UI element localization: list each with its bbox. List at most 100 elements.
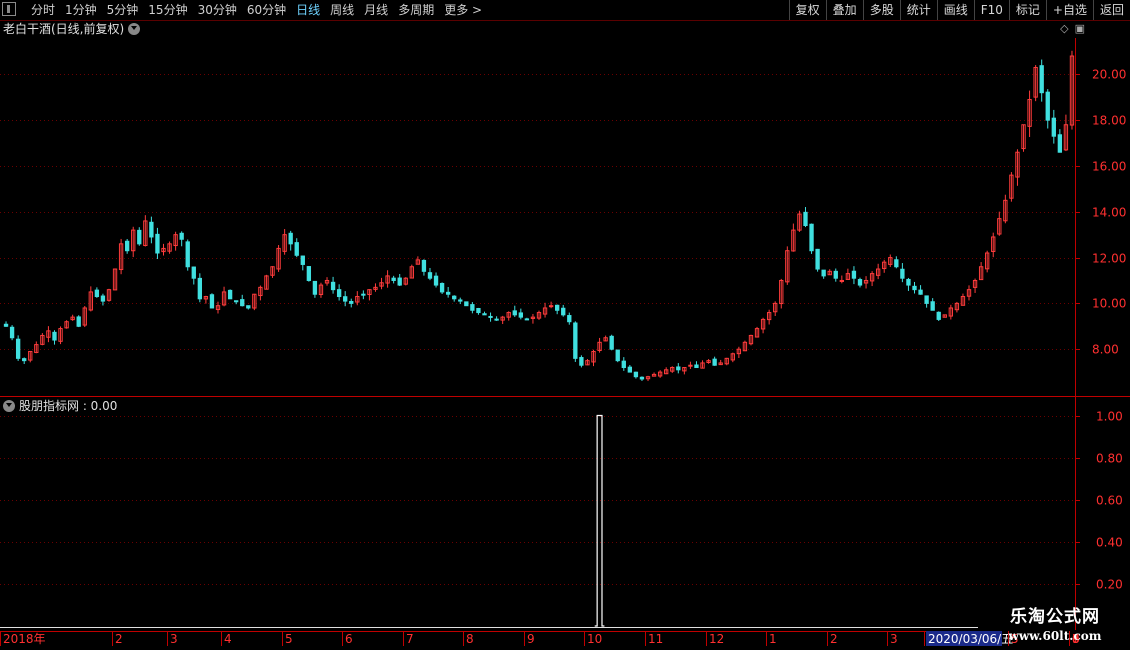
candle-body bbox=[488, 315, 493, 318]
price-tick-label: 18.00 bbox=[1092, 114, 1126, 128]
candle-body bbox=[209, 294, 215, 309]
candle-body bbox=[639, 376, 645, 380]
candle-body bbox=[179, 232, 184, 240]
candle-body bbox=[397, 277, 402, 286]
candle-body bbox=[433, 275, 439, 286]
candle-body bbox=[555, 304, 560, 311]
candle-body bbox=[22, 358, 27, 362]
time-axis-label: 9 bbox=[527, 632, 535, 646]
candle-body bbox=[197, 277, 203, 300]
candle-body bbox=[930, 301, 935, 311]
candle-body bbox=[900, 268, 905, 279]
price-tick-label: 16.00 bbox=[1092, 160, 1126, 174]
candle-body bbox=[851, 270, 857, 279]
price-tick-label: 14.00 bbox=[1092, 206, 1126, 220]
candle-body bbox=[191, 266, 196, 279]
indicator-tick-label: 0.80 bbox=[1096, 452, 1123, 466]
candle-body bbox=[694, 364, 699, 369]
candle-body bbox=[936, 311, 941, 320]
candle-body bbox=[15, 338, 21, 359]
candle-body bbox=[124, 240, 130, 252]
candle-body bbox=[821, 269, 826, 277]
candle-body bbox=[548, 305, 554, 308]
candle-body bbox=[3, 323, 9, 327]
candle-body bbox=[906, 278, 911, 286]
watermark: 乐淘公式网 www.60lt.com bbox=[985, 606, 1125, 650]
candle-body bbox=[94, 289, 100, 298]
candle-body bbox=[155, 233, 160, 254]
candle-body bbox=[452, 295, 457, 300]
candle-body bbox=[227, 289, 233, 300]
time-axis-label: 4 bbox=[224, 632, 232, 646]
candle-body bbox=[518, 312, 523, 318]
time-axis-label: 12 bbox=[709, 632, 724, 646]
time-axis-label: 2 bbox=[115, 632, 123, 646]
candle-body bbox=[336, 289, 342, 298]
candle-body bbox=[615, 349, 620, 362]
candle-body bbox=[676, 366, 681, 371]
candle-body bbox=[234, 300, 239, 303]
time-axis-label: 3 bbox=[170, 632, 178, 646]
indicator-tick-label: 0.60 bbox=[1096, 494, 1123, 508]
candle-body bbox=[361, 293, 366, 296]
candle-body bbox=[312, 280, 318, 295]
candle-body bbox=[52, 331, 57, 341]
candle-body bbox=[246, 305, 251, 309]
candle-body bbox=[524, 318, 530, 321]
chart-canvas[interactable]: 8.00 10.00 12.00 14.00 16.00 18.00 20.00 0.20 0.… bbox=[0, 0, 1130, 650]
candle-body bbox=[445, 291, 451, 295]
candle-body bbox=[894, 259, 899, 268]
candle-body bbox=[300, 255, 305, 265]
price-tick-label: 12.00 bbox=[1092, 252, 1126, 266]
candle-body bbox=[288, 232, 293, 245]
time-axis-label: 6 bbox=[345, 632, 353, 646]
candle-body bbox=[476, 307, 481, 314]
candle-body bbox=[857, 279, 863, 286]
candle-body bbox=[1057, 134, 1063, 153]
candle-body bbox=[688, 364, 693, 367]
candle-body bbox=[343, 296, 348, 302]
candle-body bbox=[918, 289, 923, 295]
candle-body bbox=[803, 211, 808, 227]
time-axis-label: 3 bbox=[890, 632, 898, 646]
candle-body bbox=[712, 358, 717, 366]
candle-body bbox=[427, 272, 433, 279]
candle-body bbox=[149, 221, 154, 238]
indicator-tick-label: 0.40 bbox=[1096, 536, 1123, 550]
time-axis-label: 5 bbox=[285, 632, 293, 646]
candle-body bbox=[839, 279, 844, 282]
candle-body bbox=[633, 371, 639, 378]
candle-body bbox=[561, 307, 566, 316]
candle-body bbox=[330, 281, 336, 291]
candle-body bbox=[439, 282, 445, 293]
candle-body bbox=[1039, 65, 1044, 94]
candle-body bbox=[482, 313, 487, 316]
watermark-url: www.60lt.com bbox=[1008, 629, 1102, 643]
time-axis-label: 2018年 bbox=[3, 632, 46, 646]
candle-body bbox=[567, 315, 572, 323]
candle-body bbox=[627, 366, 633, 373]
candle-body bbox=[579, 357, 584, 366]
candle-body bbox=[494, 318, 499, 321]
candle-body bbox=[306, 266, 312, 281]
candle-body bbox=[815, 248, 820, 270]
time-axis-label: 8 bbox=[466, 632, 474, 646]
candle-body bbox=[9, 326, 15, 339]
candle-body bbox=[912, 285, 917, 291]
candle-body bbox=[421, 259, 427, 272]
candle-body bbox=[833, 270, 838, 279]
candle-body bbox=[137, 229, 142, 245]
candle-body bbox=[349, 300, 354, 304]
price-tick-label: 10.00 bbox=[1092, 297, 1126, 311]
candle-body bbox=[464, 301, 469, 307]
candle-body bbox=[458, 299, 463, 302]
time-axis-label: 11 bbox=[648, 632, 663, 646]
time-axis-label: 10 bbox=[587, 632, 602, 646]
candle-body bbox=[1051, 117, 1056, 137]
watermark-title: 乐淘公式网 bbox=[1010, 607, 1100, 627]
time-axis-label: 2 bbox=[830, 632, 838, 646]
indicator-signal-line bbox=[594, 414, 605, 627]
candle-body bbox=[100, 295, 106, 302]
candle-body bbox=[573, 322, 578, 359]
candle-body bbox=[294, 242, 299, 256]
